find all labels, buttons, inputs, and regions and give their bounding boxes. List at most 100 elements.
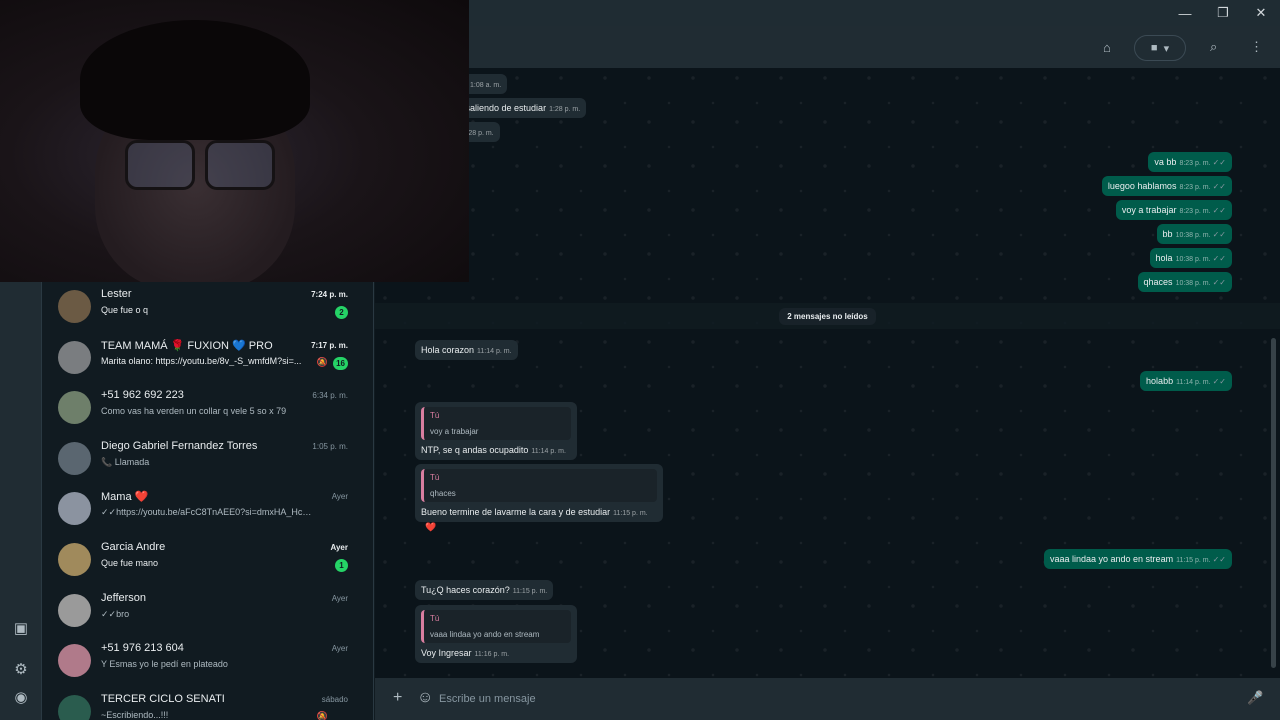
chat-list-item[interactable]: +51 976 213 604 Y Esmas yo le pedí en pla… xyxy=(42,642,373,692)
chat-name: +51 962 692 223 xyxy=(101,389,184,402)
quote-author: Tú xyxy=(430,473,440,482)
chat-list-item[interactable]: TEAM MAMÁ 🌹 FUXION 💙 PRO Marita olano: ht… xyxy=(42,339,373,389)
incoming-reply-message[interactable]: Tú qhaces Bueno termine de lavarme la cara… xyxy=(415,464,663,522)
minimize-button[interactable]: — xyxy=(1166,0,1204,26)
heart-reaction-icon[interactable]: ❤️ xyxy=(425,522,436,533)
outgoing-message[interactable]: qhaces 10:38 p. m. ✓✓ xyxy=(1137,272,1232,292)
read-ticks-icon: ✓✓ xyxy=(1212,278,1226,287)
message-time: 11:14 p. m. xyxy=(477,348,512,355)
webcam-hair xyxy=(80,20,310,140)
outgoing-message[interactable]: luegoo hablamos 8:23 p. m. ✓✓ xyxy=(1101,176,1232,196)
restore-button[interactable]: ❐ xyxy=(1204,0,1242,26)
video-call-icon: ■ xyxy=(1150,42,1158,54)
unread-count-pill: 2 mensajes no leídos xyxy=(779,307,876,325)
chat-name: Jefferson xyxy=(101,591,147,604)
search-icon[interactable]: ⌕ xyxy=(1210,38,1217,56)
quote-text: qhaces xyxy=(430,489,456,498)
outgoing-message[interactable]: va bb 8:23 p. m. ✓✓ xyxy=(1148,152,1232,172)
incoming-message[interactable]: Hola corazon 11:14 p. m. xyxy=(415,340,518,360)
read-ticks-icon: ✓✓ xyxy=(1212,377,1226,386)
message-input[interactable] xyxy=(439,685,1239,713)
attach-plus-icon[interactable]: + xyxy=(393,688,402,708)
message-time: 11:15 p. m. xyxy=(613,510,648,517)
message-time: 10:38 p. m. xyxy=(1175,232,1211,239)
sticker-emoji-icon[interactable]: ☺ xyxy=(417,688,433,708)
chat-time: 1:05 p. m. xyxy=(312,441,348,451)
chat-name: Garcia Andre xyxy=(101,541,166,553)
media-gallery-icon[interactable]: ▣ xyxy=(11,618,31,638)
scroll-thumb[interactable] xyxy=(1271,338,1276,668)
message-time: 11:15 p. m. xyxy=(512,588,548,595)
microphone-icon[interactable]: 🎤 xyxy=(1247,688,1263,708)
chat-name: TERCER CICLO SENATI xyxy=(101,692,225,705)
message-text: bb xyxy=(1162,229,1173,239)
close-button[interactable]: ✕ xyxy=(1242,0,1280,26)
outgoing-message[interactable]: bb 10:38 p. m. ✓✓ xyxy=(1156,224,1232,244)
message-time: 11:14 p. m. xyxy=(531,448,566,455)
chat-list-item[interactable]: Mama ❤️ ✓✓https://youtu.be/aFcC8TnAEE0?si… xyxy=(42,490,373,540)
message-time: 11:14 p. m. xyxy=(1176,379,1211,386)
avatar xyxy=(58,644,91,678)
read-ticks-icon: ✓✓ xyxy=(1212,230,1226,239)
incoming-message[interactable]: Tu¿Q haces corazón? 11:15 p. m. xyxy=(415,580,554,600)
message-time: 8:23 p. m. xyxy=(1179,160,1211,167)
chat-time: 6:34 p. m. xyxy=(312,391,348,401)
chat-list-item[interactable]: Lester Que fue o q 7:24 p. m. 2 xyxy=(42,288,373,338)
message-text: qhaces xyxy=(1143,277,1173,287)
chat-last-message: Marita olano: https://youtu.be/8v_-S_wmf… xyxy=(101,355,302,366)
glasses-left-lens xyxy=(125,140,195,190)
message-text: Bueno termine de lavarme la cara y de es… xyxy=(421,507,611,517)
avatar xyxy=(58,492,91,526)
chat-list-item[interactable]: Garcia Andre Que fue mano Ayer 1 xyxy=(42,541,373,591)
outgoing-message[interactable]: vaaa lindaa yo ando en stream 11:15 p. m.… xyxy=(1043,549,1232,569)
video-call-button[interactable]: ■ ▾ xyxy=(1134,35,1186,61)
chat-list-item[interactable]: TERCER CICLO SENATI ~Escribiendo...!!! sáb… xyxy=(42,692,373,720)
message-text: voy a trabajar xyxy=(1121,205,1177,215)
chat-list-item[interactable]: Diego Gabriel Fernandez Torres 📞 Llamada 1… xyxy=(42,439,373,490)
label-icon[interactable]: ⌂ xyxy=(1103,38,1111,56)
chat-last-message: Que fue mano xyxy=(101,558,159,568)
profile-avatar-icon[interactable]: ◉ xyxy=(11,687,31,707)
chat-time: Ayer xyxy=(330,543,349,552)
chat-name: Lester xyxy=(101,288,132,300)
chat-header: ⌂ ■ ▾ ⌕ ⋮ xyxy=(469,26,1280,68)
chat-name: Diego Gabriel Fernandez Torres xyxy=(101,439,258,452)
chat-name: TEAM MAMÁ 🌹 FUXION 💙 PRO xyxy=(101,339,273,352)
incoming-reply-message[interactable]: Tú voy a trabajar NTP, se q andas ocupadit… xyxy=(415,402,577,460)
message-text: NTP, se q andas ocupadito xyxy=(421,445,529,455)
chat-last-message: ✓✓https://youtu.be/aFcC8TnAEE0?si=dmxHA_… xyxy=(101,507,316,518)
chat-time: Ayer xyxy=(331,593,348,603)
quote-text: vaaa lindaa yo ando en stream xyxy=(430,630,540,639)
chevron-down-icon: ▾ xyxy=(1163,42,1170,55)
quoted-reply[interactable]: Tú qhaces xyxy=(421,469,657,502)
chat-list-item[interactable]: +51 962 692 223 Como vas ha verden un col… xyxy=(42,389,373,439)
menu-icon[interactable]: ⋮ xyxy=(1250,38,1263,56)
avatar xyxy=(58,441,91,475)
outgoing-message[interactable]: voy a trabajar 8:23 p. m. ✓✓ xyxy=(1115,200,1232,220)
chat-time: sábado xyxy=(321,694,348,704)
message-text: va bb xyxy=(1154,157,1177,167)
outgoing-message[interactable]: hola 10:38 p. m. ✓✓ xyxy=(1149,248,1232,268)
message-text: Voy Ingresar xyxy=(421,648,472,658)
chat-last-message: ~Escribiendo...!!! xyxy=(101,709,169,720)
chat-list-item[interactable]: Jefferson ✓✓bro Ayer xyxy=(42,591,373,642)
unread-badge: 2 xyxy=(335,306,348,319)
conversation-panel: a sii1:08 a. m.toy saliendo de estudiar1… xyxy=(375,68,1280,678)
glasses-right-lens xyxy=(205,140,275,190)
avatar xyxy=(58,593,91,627)
message-time: 1:28 p. m. xyxy=(549,106,581,113)
avatar xyxy=(58,694,91,720)
outgoing-message[interactable]: holabb 11:14 p. m. ✓✓ xyxy=(1140,371,1232,391)
read-ticks-icon: ✓✓ xyxy=(1212,182,1226,191)
chat-time: Ayer xyxy=(331,644,348,654)
quote-author: Tú xyxy=(430,411,440,420)
chat-name: +51 976 213 604 xyxy=(101,642,184,655)
settings-gear-icon[interactable]: ⚙ xyxy=(11,659,31,679)
avatar xyxy=(58,543,91,576)
incoming-reply-message[interactable]: Tú vaaa lindaa yo ando en stream Voy Ingre… xyxy=(415,605,577,663)
quoted-reply[interactable]: Tú voy a trabajar xyxy=(421,407,571,440)
scrollbar[interactable] xyxy=(1271,68,1276,678)
quoted-reply[interactable]: Tú vaaa lindaa yo ando en stream xyxy=(421,610,571,643)
message-composer: + ☺ 🎤 xyxy=(375,678,1280,720)
chat-last-message: Que fue o q xyxy=(101,305,149,315)
